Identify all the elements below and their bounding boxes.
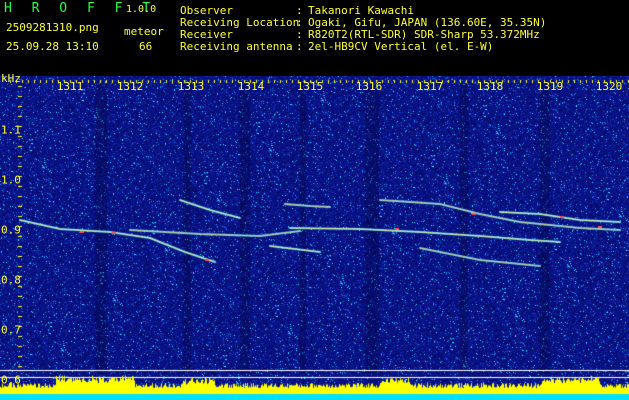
x-tick-label: 1320: [595, 80, 623, 93]
meteor-count: 66: [139, 40, 153, 53]
capture-datetime: 25.09.28 13:10: [6, 40, 99, 53]
info-value-antenna: 2el-HB9CV Vertical (el. E-W): [308, 40, 494, 53]
info-label-antenna: Receiving antenna: [180, 40, 293, 53]
x-tick-label: 1312: [116, 80, 144, 93]
x-tick-label: 1311: [56, 80, 84, 93]
y-tick-label: 1.0: [1, 173, 21, 187]
y-tick-label: 0.8: [1, 273, 21, 287]
header-panel: H R O F F T 1.0.0 2509281310.png meteor …: [0, 0, 629, 76]
x-tick-label: 1319: [536, 80, 564, 93]
x-tick-label: 1315: [296, 80, 324, 93]
app-version: 1.0.0: [126, 4, 157, 15]
x-tick-label: 1314: [237, 80, 265, 93]
y-tick-label: 0.7: [1, 323, 21, 337]
y-tick-label: 0.9: [1, 223, 21, 237]
spectrogram-canvas: [0, 76, 629, 400]
x-tick-label: 1313: [177, 80, 205, 93]
y-tick-label: 0.6: [1, 373, 21, 387]
x-tick-label: 1317: [416, 80, 444, 93]
x-tick-label: 1316: [355, 80, 383, 93]
info-sep: :: [296, 40, 303, 53]
y-tick-label: 1.1: [1, 123, 21, 137]
meteor-label: meteor: [124, 25, 164, 38]
y-axis-unit: kHz: [1, 72, 21, 85]
image-filename: 2509281310.png: [6, 21, 99, 34]
x-tick-label: 1318: [476, 80, 504, 93]
